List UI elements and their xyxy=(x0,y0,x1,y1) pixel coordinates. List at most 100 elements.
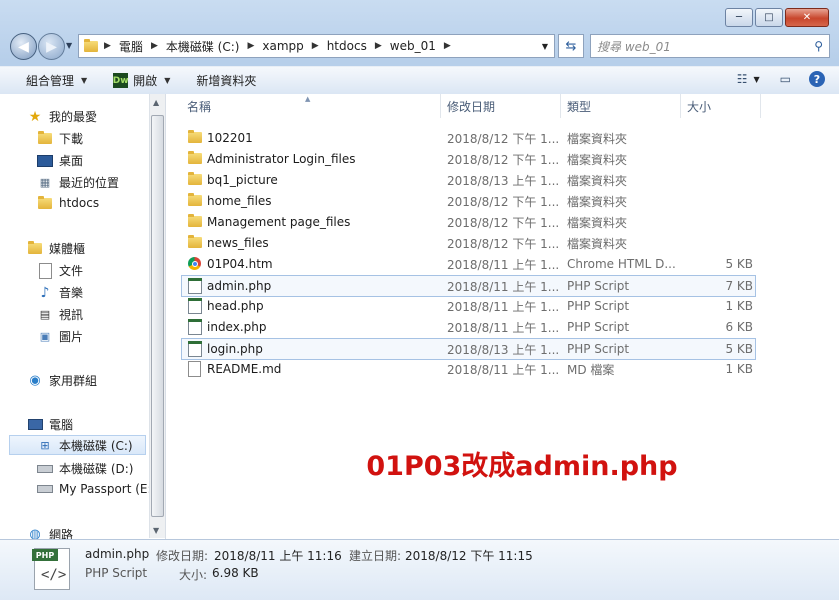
file-type: PHP Script xyxy=(567,279,630,293)
nav-computer[interactable]: 電腦 xyxy=(27,416,73,433)
file-name: README.md xyxy=(207,362,282,376)
window-controls: ─ □ ✕ xyxy=(723,8,829,27)
column-header-type[interactable]: 類型 xyxy=(567,94,591,118)
created-value: 2018/8/12 下午 11:15 xyxy=(405,549,533,563)
file-date: 2018/8/11 上午 1... xyxy=(447,299,560,314)
breadcrumb-chevron-icon[interactable]: ▶ xyxy=(375,41,382,51)
file-row[interactable]: news_files 2018/8/12 下午 1... 檔案資料夾 xyxy=(182,233,755,253)
file-row[interactable]: Management page_files 2018/8/12 下午 1... 檔案… xyxy=(182,212,755,232)
nav-network[interactable]: ◍ 網路 xyxy=(27,526,73,539)
open-menu[interactable]: Dw 開啟 ▼ xyxy=(113,72,170,89)
nav-music[interactable]: ♪ 音樂 xyxy=(37,284,83,301)
nav-libraries[interactable]: 媒體櫃 xyxy=(27,240,85,257)
address-bar[interactable]: ▶ 電腦 ▶ 本機磁碟 (C:) ▶ xampp ▶ htdocs ▶ web_… xyxy=(78,34,555,58)
file-date: 2018/8/13 上午 1... xyxy=(447,342,560,357)
nav-drive-d[interactable]: 本機磁碟 (D:) xyxy=(37,460,133,477)
file-type: PHP Script xyxy=(567,320,630,334)
file-row[interactable]: bq1_picture 2018/8/13 上午 1... 檔案資料夾 xyxy=(182,170,755,190)
file-row[interactable]: admin.php 2018/8/11 上午 1... PHP Script 7 KB xyxy=(181,275,756,297)
nav-passport[interactable]: My Passport (E:) xyxy=(37,482,156,496)
close-button[interactable]: ✕ xyxy=(785,8,829,27)
file-name: index.php xyxy=(207,320,267,334)
column-header-name[interactable]: 名稱 xyxy=(187,94,211,118)
view-dropdown-icon[interactable]: ▼ xyxy=(754,75,760,84)
refresh-icon: ⇆ xyxy=(565,38,577,54)
back-arrow-icon: ◀ xyxy=(18,38,29,55)
column-divider[interactable] xyxy=(560,94,561,118)
search-box[interactable]: 搜尋 web_01 ⚲ xyxy=(590,34,830,58)
file-name: 01P04.htm xyxy=(207,257,273,271)
scroll-up-icon[interactable]: ▲ xyxy=(153,98,159,107)
breadcrumb-xampp[interactable]: xampp xyxy=(262,39,303,53)
breadcrumb-chevron-icon[interactable]: ▶ xyxy=(247,41,254,51)
nav-drive-c[interactable]: ⊞ 本機磁碟 (C:) xyxy=(9,435,146,455)
scroll-down-icon[interactable]: ▼ xyxy=(153,526,159,535)
file-date: 2018/8/11 上午 1... xyxy=(447,320,560,335)
scrollbar-thumb[interactable] xyxy=(151,115,164,517)
file-row[interactable]: index.php 2018/8/11 上午 1... PHP Script 6 KB xyxy=(182,317,755,337)
nav-htdocs[interactable]: htdocs xyxy=(37,195,99,210)
nav-label: 視訊 xyxy=(59,308,84,322)
maximize-button[interactable]: □ xyxy=(755,8,783,27)
new-folder-button[interactable]: 新增資料夾 xyxy=(196,72,256,89)
download-folder-icon xyxy=(37,131,53,146)
command-bar: 組合管理 ▼ Dw 開啟 ▼ 新增資料夾 ☷ ▼ ▭ ? xyxy=(0,66,839,95)
column-divider[interactable] xyxy=(680,94,681,118)
file-date: 2018/8/12 下午 1... xyxy=(447,215,560,230)
search-input[interactable]: 搜尋 web_01 xyxy=(597,38,814,55)
forward-arrow-icon: ▶ xyxy=(46,38,57,55)
nav-favorites[interactable]: ★ 我的最愛 xyxy=(27,108,97,125)
organize-menu[interactable]: 組合管理 ▼ xyxy=(26,72,87,89)
nav-homegroup[interactable]: ◉ 家用群組 xyxy=(27,372,97,389)
breadcrumb-computer[interactable]: 電腦 xyxy=(119,38,143,55)
desktop-icon xyxy=(37,154,53,168)
column-divider[interactable] xyxy=(760,94,761,118)
help-icon[interactable]: ? xyxy=(809,71,825,87)
column-header-date[interactable]: 修改日期 xyxy=(447,94,495,118)
breadcrumb-drive-c[interactable]: 本機磁碟 (C:) xyxy=(166,38,240,55)
file-row[interactable]: login.php 2018/8/13 上午 1... PHP Script 5 KB xyxy=(181,338,756,360)
recent-pages-chevron-icon[interactable]: ▼ xyxy=(66,41,72,50)
view-options-icon[interactable]: ☷ xyxy=(737,72,748,86)
file-date: 2018/8/11 上午 1... xyxy=(447,279,560,294)
breadcrumb-chevron-icon[interactable]: ▶ xyxy=(151,41,158,51)
preview-pane-icon[interactable]: ▭ xyxy=(780,72,791,86)
file-row[interactable]: Administrator Login_files 2018/8/12 下午 1.… xyxy=(182,149,755,169)
nav-videos[interactable]: ▤ 視訊 xyxy=(37,306,83,323)
minimize-button[interactable]: ─ xyxy=(725,8,753,27)
column-header-size[interactable]: 大小 xyxy=(687,94,711,118)
file-row[interactable]: README.md 2018/8/11 上午 1... MD 檔案 1 KB xyxy=(182,359,755,379)
forward-button[interactable]: ▶ xyxy=(38,33,65,60)
nav-recent[interactable]: ▦ 最近的位置 xyxy=(37,174,119,191)
breadcrumb-web01[interactable]: web_01 xyxy=(390,39,436,53)
nav-pictures[interactable]: ▣ 圖片 xyxy=(37,328,83,345)
back-button[interactable]: ◀ xyxy=(10,33,37,60)
nav-label: 最近的位置 xyxy=(59,176,120,190)
file-name: 102201 xyxy=(207,131,253,145)
nav-desktop[interactable]: 桌面 xyxy=(37,152,83,169)
nav-documents[interactable]: 文件 xyxy=(37,262,83,279)
file-row[interactable]: 01P04.htm 2018/8/11 上午 1... Chrome HTML D.… xyxy=(182,254,755,274)
file-row[interactable]: head.php 2018/8/11 上午 1... PHP Script 1 KB xyxy=(182,296,755,316)
nav-downloads[interactable]: 下載 xyxy=(37,130,83,147)
breadcrumb-htdocs[interactable]: htdocs xyxy=(327,39,367,53)
file-row[interactable]: home_files 2018/8/12 下午 1... 檔案資料夾 xyxy=(182,191,755,211)
file-date: 2018/8/12 下午 1... xyxy=(447,131,560,146)
file-name: home_files xyxy=(207,194,272,208)
file-name: admin.php xyxy=(207,279,272,293)
file-row[interactable]: 102201 2018/8/12 下午 1... 檔案資料夾 xyxy=(182,128,755,148)
search-icon[interactable]: ⚲ xyxy=(814,39,823,53)
nav-label: 本機磁碟 (C:) xyxy=(59,438,133,453)
breadcrumb-chevron-icon[interactable]: ▶ xyxy=(104,41,111,51)
details-type: PHP Script xyxy=(85,566,148,580)
file-name: Administrator Login_files xyxy=(207,152,356,166)
document-icon xyxy=(187,360,202,377)
breadcrumb-chevron-icon[interactable]: ▶ xyxy=(444,41,451,51)
file-date: 2018/8/12 下午 1... xyxy=(447,152,560,167)
column-divider[interactable] xyxy=(440,94,441,118)
refresh-button[interactable]: ⇆ xyxy=(558,34,584,58)
address-dropdown-icon[interactable]: ▼ xyxy=(542,42,548,51)
breadcrumb-chevron-icon[interactable]: ▶ xyxy=(312,41,319,51)
nav-label: 電腦 xyxy=(49,418,74,432)
pictures-icon: ▣ xyxy=(39,330,51,343)
